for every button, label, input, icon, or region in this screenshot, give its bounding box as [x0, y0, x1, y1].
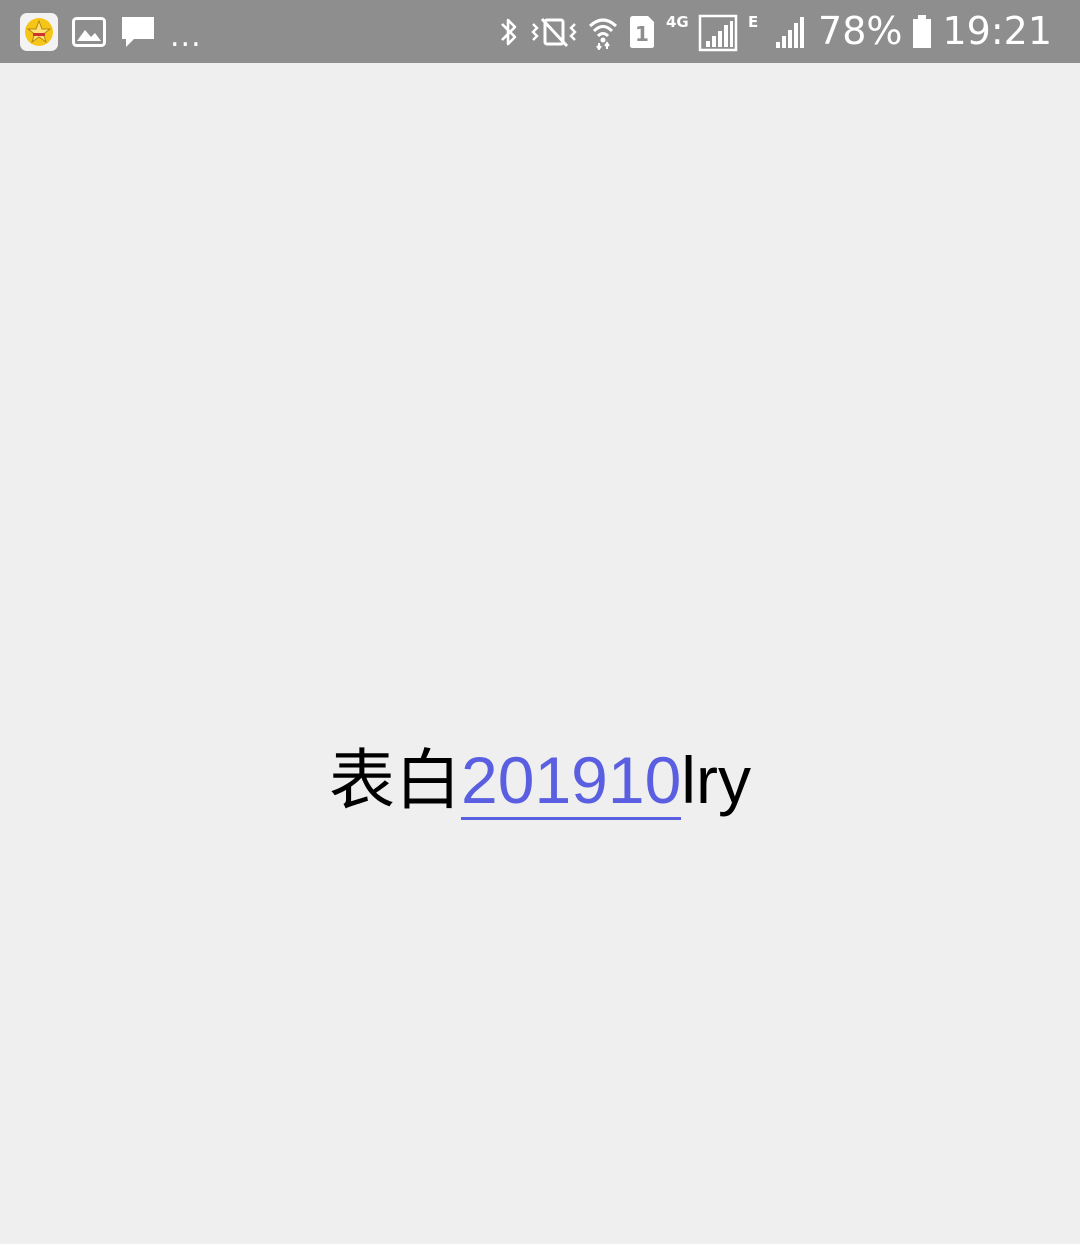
- bluetooth-icon: [498, 15, 520, 49]
- chat-icon: [120, 15, 156, 49]
- clock: 19:21: [942, 9, 1052, 53]
- more-notifications-indicator: ...: [170, 18, 202, 54]
- notification-area: ...: [20, 0, 202, 63]
- message-suffix: lry: [681, 743, 751, 817]
- 4g-label: 4G: [666, 13, 689, 31]
- vibrate-mute-icon: [530, 16, 578, 48]
- qq-app-icon: [20, 12, 58, 51]
- 4g-signal-icon: 4G: [666, 12, 738, 52]
- battery-percentage: 78%: [818, 9, 903, 53]
- edge-label: E: [748, 13, 758, 31]
- wifi-icon: [588, 14, 618, 51]
- system-tray: 1 4G E 78% 19:21: [498, 0, 1052, 63]
- confession-message: 表白201910lry: [0, 735, 1080, 826]
- status-bar: ... 1 4G E 78% 19:21: [0, 0, 1080, 63]
- battery-icon: [912, 14, 932, 49]
- edge-signal-icon: E: [748, 12, 808, 52]
- sim-number: 1: [635, 22, 649, 46]
- sim-1-icon: 1: [628, 15, 656, 49]
- message-prefix: 表白: [329, 742, 462, 819]
- gallery-icon: [72, 16, 106, 47]
- date-link[interactable]: 201910: [461, 743, 682, 820]
